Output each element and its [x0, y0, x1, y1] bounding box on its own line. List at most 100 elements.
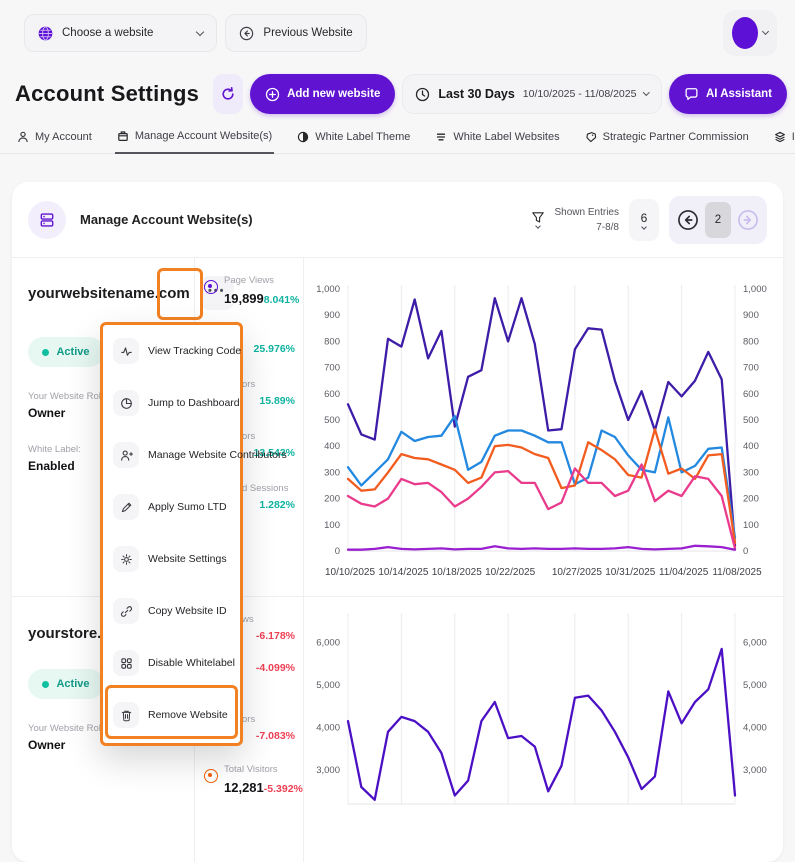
avatar [732, 17, 758, 49]
svg-text:5,000: 5,000 [743, 680, 767, 691]
tab-label: My Account [35, 131, 92, 143]
site1-traffic-chart: 0010010020020030030040040050050060060070… [304, 258, 783, 596]
svg-text:3,000: 3,000 [316, 765, 340, 776]
add-new-website-button[interactable]: Add new website [250, 74, 395, 114]
svg-text:700: 700 [743, 363, 759, 374]
menu-item-website-settings[interactable]: Website Settings [103, 533, 240, 585]
svg-text:11/04/2025: 11/04/2025 [659, 567, 709, 578]
svg-text:900: 900 [743, 310, 759, 321]
chevron-down-icon [535, 223, 541, 229]
svg-text:900: 900 [324, 310, 340, 321]
svg-text:6,000: 6,000 [743, 638, 767, 649]
tab-my-account[interactable]: My Account [15, 126, 94, 153]
annotation-remove-website-highlight [105, 685, 238, 739]
menu-item-manage-website-contributors[interactable]: Manage Website Contributors [103, 429, 240, 481]
database-icon [28, 201, 66, 239]
refresh-button[interactable] [213, 74, 243, 114]
tab-label: White Label Websites [453, 131, 559, 143]
stat-change: 1.282% [259, 499, 295, 511]
svg-text:10/31/2025: 10/31/2025 [605, 567, 655, 578]
menu-item-copy-website-id[interactable]: Copy Website ID [103, 585, 240, 637]
chevron-down-icon [641, 224, 647, 230]
svg-text:200: 200 [324, 494, 340, 505]
previous-website-button[interactable]: Previous Website [225, 14, 366, 52]
menu-item-apply-sumo-ltd[interactable]: Apply Sumo LTD [103, 481, 240, 533]
stat-change: 25.976% [254, 343, 295, 355]
tag-icon [585, 131, 597, 143]
status-badge: Active [28, 669, 104, 699]
svg-text:300: 300 [743, 467, 759, 478]
previous-page-button[interactable] [675, 202, 701, 238]
svg-text:400: 400 [743, 441, 759, 452]
tab-invoices[interactable]: Invoices [772, 126, 795, 153]
manage-websites-panel: Manage Account Website(s) Shown Entries … [12, 182, 783, 862]
stat-change: 15.89% [259, 395, 295, 407]
menu-item-view-tracking-code[interactable]: View Tracking Code [103, 325, 240, 377]
gear-icon [113, 546, 139, 572]
tab-label: White Label Theme [315, 131, 410, 143]
menu-item-disable-whitelabel[interactable]: Disable Whitelabel [103, 637, 240, 689]
current-page[interactable]: 2 [705, 202, 731, 238]
filter-button[interactable] [531, 211, 545, 228]
status-label: Active [56, 346, 89, 358]
page-size-select[interactable]: 6 [629, 199, 659, 241]
chat-icon [684, 87, 699, 102]
tab-white-label-theme[interactable]: White Label Theme [295, 126, 412, 153]
tab-manage-account-websites[interactable]: Manage Account Website(s) [115, 126, 274, 154]
stat-label: Total Visitors [224, 764, 278, 775]
panel-header: Manage Account Website(s) Shown Entries … [12, 182, 783, 258]
annotation-more-options-highlight [157, 268, 203, 320]
svg-text:6,000: 6,000 [316, 638, 340, 649]
tab-label: Manage Account Website(s) [135, 130, 272, 142]
svg-text:800: 800 [324, 336, 340, 347]
svg-text:10/14/2025: 10/14/2025 [378, 567, 428, 578]
tab-label: Strategic Partner Commission [603, 131, 749, 143]
next-page-button[interactable] [735, 202, 761, 238]
choose-website-dropdown[interactable]: Choose a website [24, 14, 217, 52]
stat-label: Page Views [224, 275, 274, 286]
previous-website-label: Previous Website [263, 27, 352, 39]
add-user-icon [113, 442, 139, 468]
stat-page-views: Page Views 19,899 8.041% [204, 270, 295, 322]
svg-text:500: 500 [324, 415, 340, 426]
svg-text:800: 800 [743, 336, 759, 347]
tab-strategic-partner-commission[interactable]: Strategic Partner Commission [583, 126, 751, 153]
top-bar: Choose a website Previous Website [0, 0, 795, 62]
panel-title: Manage Account Website(s) [80, 212, 253, 227]
user-menu[interactable] [723, 10, 777, 56]
chevron-down-icon [762, 28, 769, 35]
ai-assistant-button[interactable]: AI Assistant [669, 74, 787, 114]
date-range-picker[interactable]: Last 30 Days 10/10/2025 - 11/08/2025 [402, 74, 662, 114]
pen-icon [113, 494, 139, 520]
pagination: 2 [669, 196, 767, 244]
status-badge: Active [28, 337, 104, 367]
date-range-value: 10/10/2025 - 11/08/2025 [523, 88, 637, 100]
svg-text:10/27/2025: 10/27/2025 [552, 567, 602, 578]
svg-text:500: 500 [743, 415, 759, 426]
link-icon [113, 598, 139, 624]
svg-text:4,000: 4,000 [743, 723, 767, 734]
user-icon [17, 131, 29, 143]
settings-tabs: My Account Manage Account Website(s) Whi… [0, 120, 795, 154]
layers-icon [774, 131, 786, 143]
svg-text:0: 0 [335, 546, 340, 557]
shown-entries-label: Shown Entries [555, 205, 619, 220]
shown-entries-value: 7-8/8 [555, 220, 619, 235]
stat-change: -5.392% [264, 783, 303, 795]
svg-text:10/18/2025: 10/18/2025 [432, 567, 482, 578]
stat-value: 12,281 [224, 780, 264, 795]
page-title: Account Settings [15, 81, 199, 107]
svg-text:10/10/2025: 10/10/2025 [325, 567, 375, 578]
website-options-menu: View Tracking Code Jump to Dashboard Man… [100, 322, 243, 746]
dashboard-icon [113, 390, 139, 416]
status-dot [42, 349, 49, 356]
status-dot [42, 681, 49, 688]
lines-icon [435, 131, 447, 143]
stat-change: -4.099% [256, 662, 295, 674]
stat-indicator-icon [204, 280, 218, 294]
pulse-icon [113, 338, 139, 364]
menu-item-jump-to-dashboard[interactable]: Jump to Dashboard [103, 377, 240, 429]
date-range-label: Last 30 Days [438, 87, 514, 101]
svg-text:300: 300 [324, 467, 340, 478]
tab-white-label-websites[interactable]: White Label Websites [433, 126, 561, 153]
